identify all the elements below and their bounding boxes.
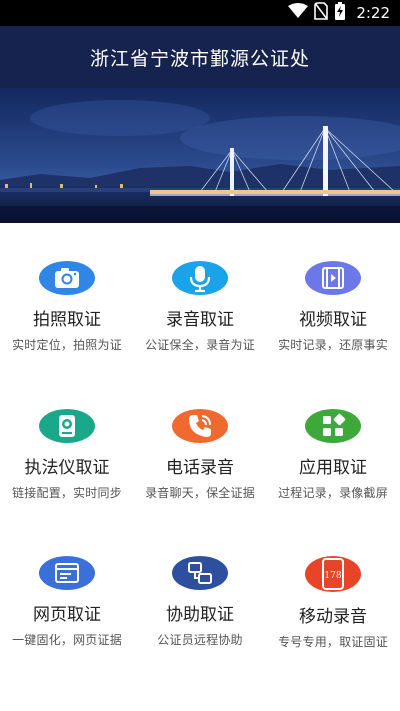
- title-bar: 浙江省宁波市鄞源公证处: [0, 26, 400, 88]
- battery-charging-icon: [334, 2, 346, 24]
- night-bridge-photo: [0, 88, 400, 223]
- feature-app-evidence[interactable]: 应用取证 过程记录，录像截屏: [266, 371, 400, 501]
- no-sim-icon: [314, 2, 329, 24]
- feature-subtitle: 一键固化，网页证据: [12, 633, 122, 647]
- feature-subtitle: 实时记录，还原事实: [278, 338, 388, 352]
- body-camera-icon: [39, 409, 95, 443]
- feature-video-evidence[interactable]: 视频取证 实时记录，还原事实: [266, 223, 400, 353]
- feature-title: 录音取证: [166, 310, 234, 330]
- feature-title: 应用取证: [299, 458, 367, 478]
- feature-assist-evidence[interactable]: 协助取证 公证员远程协助: [133, 518, 267, 648]
- feature-audio-evidence[interactable]: 录音取证 公证保全，录音为证: [133, 223, 267, 353]
- status-bar: 2:22: [0, 0, 400, 26]
- mobile-178-icon: 178: [305, 556, 361, 592]
- feature-subtitle: 链接配置，实时同步: [12, 486, 122, 500]
- feature-subtitle: 公证保全，录音为证: [145, 338, 255, 352]
- banner-image: [0, 88, 400, 223]
- feature-mobile-recording[interactable]: 178 移动录音 专号专用，取证固证: [266, 518, 400, 649]
- feature-subtitle: 实时定位，拍照为证: [12, 338, 122, 352]
- feature-body-camera-evidence[interactable]: 执法仪取证 链接配置，实时同步: [0, 371, 134, 501]
- phone-call-icon: [172, 409, 228, 443]
- feature-subtitle: 录音聊天，保全证据: [145, 486, 255, 500]
- browser-window-icon: [39, 556, 95, 590]
- microphone-icon: [172, 261, 228, 295]
- feature-web-evidence[interactable]: 网页取证 一键固化，网页证据: [0, 518, 134, 648]
- feature-title: 执法仪取证: [24, 458, 110, 478]
- mobile-178-icon-text: 178: [324, 571, 341, 581]
- feature-phone-recording[interactable]: 电话录音 录音聊天，保全证据: [133, 371, 267, 501]
- feature-title: 拍照取证: [33, 310, 101, 330]
- feature-subtitle: 过程记录，录像截屏: [278, 486, 388, 500]
- feature-title: 视频取证: [299, 310, 367, 330]
- status-time: 2:22: [356, 4, 390, 22]
- feature-subtitle: 专号专用，取证固证: [278, 635, 388, 649]
- feature-photo-evidence[interactable]: 拍照取证 实时定位，拍照为证: [0, 223, 134, 353]
- feature-title: 网页取证: [33, 605, 101, 625]
- feature-grid: 拍照取证 实时定位，拍照为证 录音取证 公证保全，录音为证 视频取证 实时记录，…: [0, 223, 400, 711]
- feature-subtitle: 公证员远程协助: [157, 633, 243, 647]
- app-grid-icon: [305, 409, 361, 443]
- page-title: 浙江省宁波市鄞源公证处: [89, 47, 310, 70]
- feature-title: 协助取证: [166, 605, 234, 625]
- status-icons: 2:22: [288, 2, 390, 24]
- feature-title: 移动录音: [299, 607, 367, 627]
- collaborate-icon: [172, 556, 228, 590]
- feature-title: 电话录音: [166, 458, 234, 478]
- video-film-icon: [305, 261, 361, 295]
- wifi-icon: [288, 3, 309, 23]
- camera-icon: [39, 261, 95, 295]
